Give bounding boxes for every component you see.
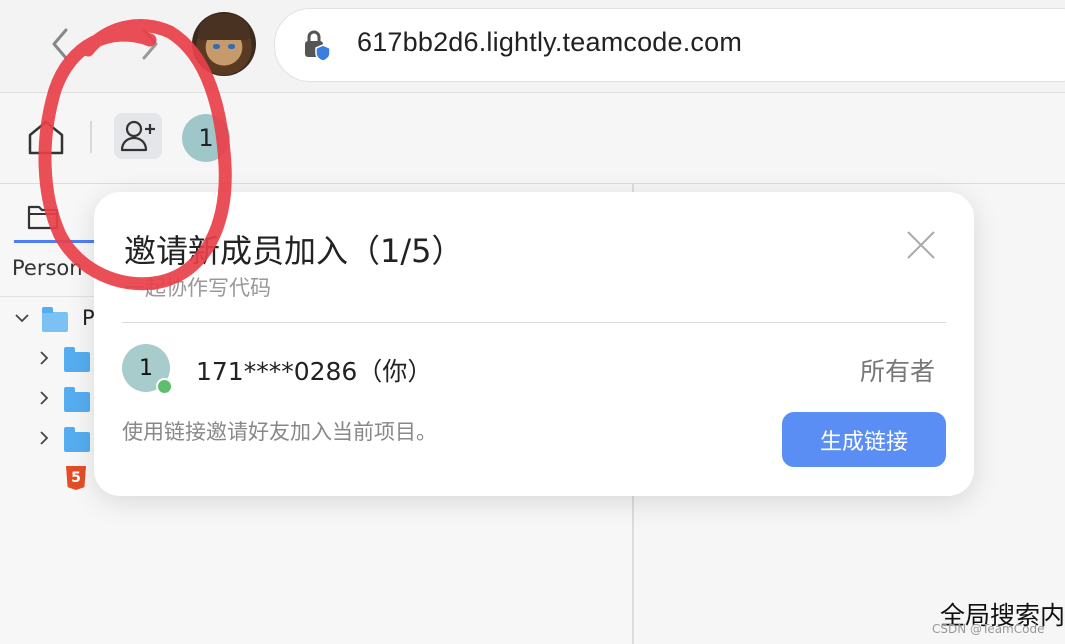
chevron-right-icon <box>40 431 49 445</box>
url-text[interactable]: 617bb2d6.lightly.teamcode.com <box>357 27 742 58</box>
member-role: 所有者 <box>860 357 936 386</box>
chevron-left-icon <box>52 28 68 60</box>
home-icon[interactable] <box>24 117 68 157</box>
member-avatar-toolbar[interactable]: 1 <box>182 114 230 162</box>
folder-open-icon <box>42 307 68 332</box>
add-user-icon <box>120 120 155 152</box>
back-button[interactable] <box>40 22 80 66</box>
profile-avatar[interactable] <box>192 12 256 76</box>
chevron-down-icon <box>15 314 29 323</box>
forward-button[interactable] <box>130 22 170 66</box>
address-bar[interactable]: 617bb2d6.lightly.teamcode.com <box>274 8 1065 82</box>
html5-icon: 5 <box>66 466 86 490</box>
chevron-right-icon <box>40 351 49 365</box>
invite-hint: 使用链接邀请好友加入当前项目。 <box>122 420 437 444</box>
dialog-title: 邀请新成员加入（1/5） <box>124 232 464 270</box>
member-name: 171****0286（你） <box>196 357 433 386</box>
invite-member-button[interactable] <box>114 113 162 159</box>
online-status-dot <box>156 378 173 395</box>
watermark: CSDN @TeamCode <box>932 622 1045 636</box>
folder-icon <box>27 205 59 230</box>
invite-dialog: 邀请新成员加入（1/5） 一起协作写代码 1 171****0286（你） 所有… <box>94 192 974 496</box>
generate-link-button[interactable]: 生成链接 <box>782 412 946 467</box>
tree-folder-item[interactable] <box>36 424 96 454</box>
dialog-subtitle: 一起协作写代码 <box>124 276 271 300</box>
site-security-icon[interactable] <box>301 29 335 63</box>
tab-project[interactable]: 项 <box>14 192 124 243</box>
browser-toolbar: 617bb2d6.lightly.teamcode.com <box>0 0 1065 93</box>
toolbar-divider <box>90 121 92 153</box>
tree-folder-item[interactable] <box>36 344 96 374</box>
close-icon[interactable] <box>904 228 938 262</box>
chevron-right-icon <box>142 28 158 60</box>
tree-root-label: P <box>82 306 95 330</box>
folder-icon <box>64 427 90 452</box>
folder-icon <box>64 347 90 372</box>
tree-folder-item[interactable] <box>36 384 96 414</box>
folder-icon <box>64 387 90 412</box>
chevron-right-icon <box>40 391 49 405</box>
app-toolbar: 1 <box>0 93 1065 184</box>
divider <box>122 322 946 323</box>
project-title: Person <box>12 256 83 280</box>
